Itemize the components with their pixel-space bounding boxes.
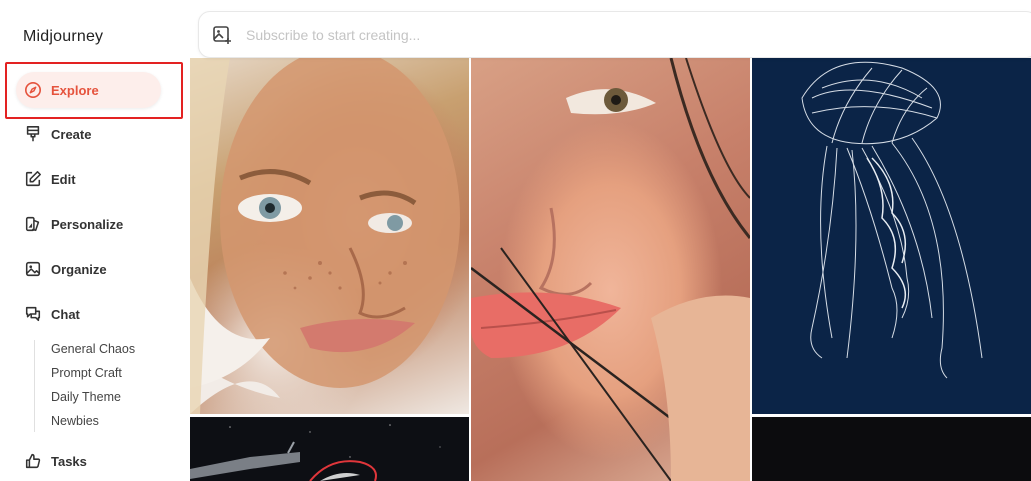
jellyfish-illustration bbox=[801, 61, 983, 379]
sidebar-item-organize[interactable]: Organize bbox=[16, 251, 161, 287]
thumbs-up-icon bbox=[25, 453, 41, 469]
sidebar-item-personalize[interactable]: Personalize bbox=[16, 206, 161, 242]
edit-icon bbox=[25, 171, 41, 187]
chat-room-daily-theme[interactable]: Daily Theme bbox=[51, 390, 121, 404]
sidebar-item-label: Organize bbox=[51, 261, 107, 277]
sidebar-item-tasks[interactable]: Tasks bbox=[16, 443, 161, 479]
sidebar-item-label: Edit bbox=[51, 171, 76, 187]
chat-room-newbies[interactable]: Newbies bbox=[51, 414, 99, 428]
sidebar-item-chat[interactable]: Chat bbox=[16, 296, 161, 332]
sidebar-item-explore[interactable]: Explore bbox=[16, 72, 161, 108]
sidebar-item-edit[interactable]: Edit bbox=[16, 161, 161, 197]
chat-room-prompt-craft[interactable]: Prompt Craft bbox=[51, 366, 122, 380]
personalize-icon bbox=[25, 216, 40, 232]
smiling-portrait-illustration bbox=[471, 58, 750, 481]
app-logo[interactable]: Midjourney bbox=[23, 28, 103, 46]
portrait-illustration bbox=[190, 58, 460, 414]
space-station-illustration bbox=[190, 424, 441, 481]
prompt-bar[interactable] bbox=[198, 11, 1031, 58]
sidebar-item-label: Personalize bbox=[51, 216, 124, 232]
image-icon bbox=[25, 261, 41, 277]
brush-icon bbox=[26, 126, 40, 142]
compass-icon bbox=[24, 81, 42, 99]
gallery-tile-jellyfish[interactable] bbox=[752, 58, 1031, 414]
gallery-tile-freckled-portrait[interactable] bbox=[190, 58, 469, 414]
sidebar-item-label: Tasks bbox=[51, 453, 87, 469]
prompt-input[interactable] bbox=[246, 26, 846, 43]
gallery-tile-smiling-woman[interactable] bbox=[471, 58, 750, 481]
gallery-tile-space-station[interactable] bbox=[190, 417, 469, 481]
sidebar-item-create[interactable]: Create bbox=[16, 116, 161, 152]
chat-tree-line bbox=[34, 340, 35, 432]
chat-room-general-chaos[interactable]: General Chaos bbox=[51, 342, 135, 356]
sidebar-item-label: Explore bbox=[51, 82, 99, 98]
chat-icon bbox=[25, 306, 41, 322]
add-image-icon[interactable] bbox=[212, 25, 232, 45]
gallery-tile-dark[interactable] bbox=[752, 417, 1031, 481]
sidebar: Midjourney Explore Create Edit Personali… bbox=[0, 0, 190, 481]
sidebar-item-label: Chat bbox=[51, 306, 80, 322]
sidebar-item-label: Create bbox=[51, 126, 92, 142]
